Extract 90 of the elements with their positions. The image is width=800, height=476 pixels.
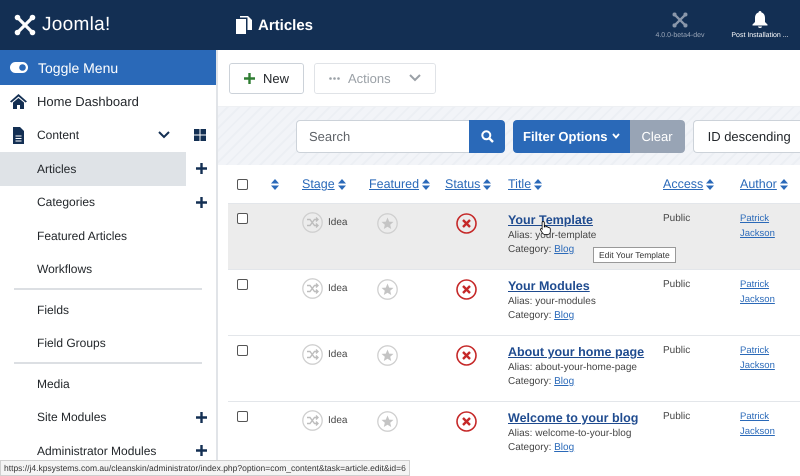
logo-icon (14, 14, 36, 36)
column-header[interactable]: Author (740, 177, 788, 191)
add-icon[interactable] (196, 445, 207, 456)
unpublished-icon[interactable] (456, 411, 477, 432)
access-text: Public (663, 411, 692, 422)
ellipsis-icon (329, 76, 340, 80)
search-icon (480, 130, 494, 142)
sort-icon (706, 178, 714, 190)
add-icon[interactable] (196, 163, 207, 174)
row-checkbox[interactable] (237, 411, 248, 422)
table-row[interactable]: Idea Your Modules Alias: your-modules Category: Blog Public Patrick Jackson (228, 269, 800, 335)
sidebar-item[interactable]: Media (0, 367, 186, 400)
category-text: Category: Blog (508, 310, 574, 321)
unpublished-icon[interactable] (456, 345, 477, 366)
add-icon[interactable] (196, 412, 207, 423)
document-icon (10, 126, 27, 144)
tooltip: Edit Your Template (593, 247, 676, 263)
chevron-icon (408, 74, 421, 82)
copy-icon (236, 16, 252, 34)
page-title: Articles (258, 16, 314, 34)
row-checkbox[interactable] (237, 345, 248, 356)
stage-label: Idea (328, 217, 348, 228)
category-text: Category: Blog (508, 244, 574, 255)
column-header[interactable]: Status (445, 177, 492, 191)
unpublished-icon[interactable] (456, 279, 477, 300)
category-text: Category: Blog (508, 442, 574, 453)
article-title-link[interactable]: Your Modules (508, 279, 590, 293)
sort-icon (780, 178, 788, 190)
chevron-icon[interactable] (158, 131, 170, 140)
stage-label: Idea (328, 415, 348, 426)
category-text: Category: Blog (508, 376, 574, 387)
row-checkbox[interactable] (237, 213, 248, 224)
sidebar-item[interactable]: Articles (0, 152, 186, 186)
search-field[interactable]: Search (296, 120, 469, 152)
alias-text: Alias: your-template (508, 230, 596, 241)
home-icon (10, 94, 27, 110)
unpublished-icon[interactable] (456, 213, 477, 234)
bell-icon (752, 11, 768, 28)
sidebar-item[interactable]: Featured Articles (0, 219, 186, 252)
sort-icon (422, 178, 430, 190)
row-checkbox[interactable] (237, 279, 248, 290)
category-link[interactable]: Blog (554, 442, 574, 453)
author-link[interactable]: Patrick Jackson (740, 343, 782, 373)
sidebar-item[interactable]: Site Modules (0, 400, 186, 434)
link-url-tooltip: https://j4.kpsystems.com.au/cleanskin/administrator/index.php?option=com_content&task=article.edit&id=6 (0, 460, 410, 476)
new-button[interactable]: New (229, 62, 304, 94)
category-link[interactable]: Blog (554, 310, 574, 321)
access-text: Public (663, 213, 692, 224)
article-title-link[interactable]: Welcome to your blog (508, 411, 638, 425)
article-title-link[interactable]: Your Template (508, 213, 593, 227)
article-title-link[interactable]: About your home page (508, 345, 644, 359)
author-link[interactable]: Patrick Jackson (740, 211, 782, 241)
sidebar-item[interactable]: Fields (0, 293, 186, 326)
toggle-icon (10, 62, 28, 73)
author-link[interactable]: Patrick Jackson (740, 277, 782, 307)
access-text: Public (663, 345, 692, 356)
alias-text: Alias: about-your-home-page (508, 362, 637, 373)
toggle-menu-button[interactable]: Toggle Menu (0, 50, 216, 85)
plus-icon (244, 72, 255, 84)
column-header[interactable]: Featured (369, 177, 430, 191)
sort-select[interactable]: ID descending (692, 120, 800, 152)
sidebar-item[interactable]: Field Groups (0, 326, 186, 360)
sort-icon (338, 178, 346, 190)
alias-text: Alias: your-modules (508, 296, 596, 307)
column-header[interactable]: Access (663, 177, 714, 191)
sidebar-item[interactable]: Categories (0, 186, 186, 219)
sidebar-item[interactable]: Workflows (0, 252, 186, 286)
sort-icon (483, 178, 492, 190)
logo-text[interactable]: Joomla! (42, 14, 111, 36)
stage-label: Idea (328, 349, 348, 360)
column-header[interactable]: Stage (302, 177, 346, 191)
sidebar-item[interactable]: Home Dashboard (0, 85, 216, 118)
sort-icon (534, 178, 542, 190)
add-icon[interactable] (196, 196, 207, 208)
stage-label: Idea (328, 283, 348, 294)
select-all-checkbox[interactable] (237, 178, 248, 190)
filter-options-button[interactable]: Filter Options (513, 120, 630, 152)
category-link[interactable]: Blog (554, 244, 574, 255)
caret-icon (612, 133, 620, 139)
sort-icon (271, 178, 279, 190)
column-header[interactable]: Title (508, 177, 542, 191)
table-row[interactable]: Idea About your home page Alias: about-your-home-page Category: Blog Public Patrick Jackson (228, 335, 800, 401)
sidebar-item[interactable]: Content (37, 118, 148, 152)
logo-icon (672, 12, 688, 28)
access-text: Public (663, 279, 692, 290)
search-button[interactable] (469, 120, 505, 152)
author-link[interactable]: Patrick Jackson (740, 409, 782, 439)
dashboard-icon[interactable] (194, 129, 206, 142)
alias-text: Alias: welcome-to-your-blog (508, 428, 632, 439)
category-link[interactable]: Blog (554, 376, 574, 387)
